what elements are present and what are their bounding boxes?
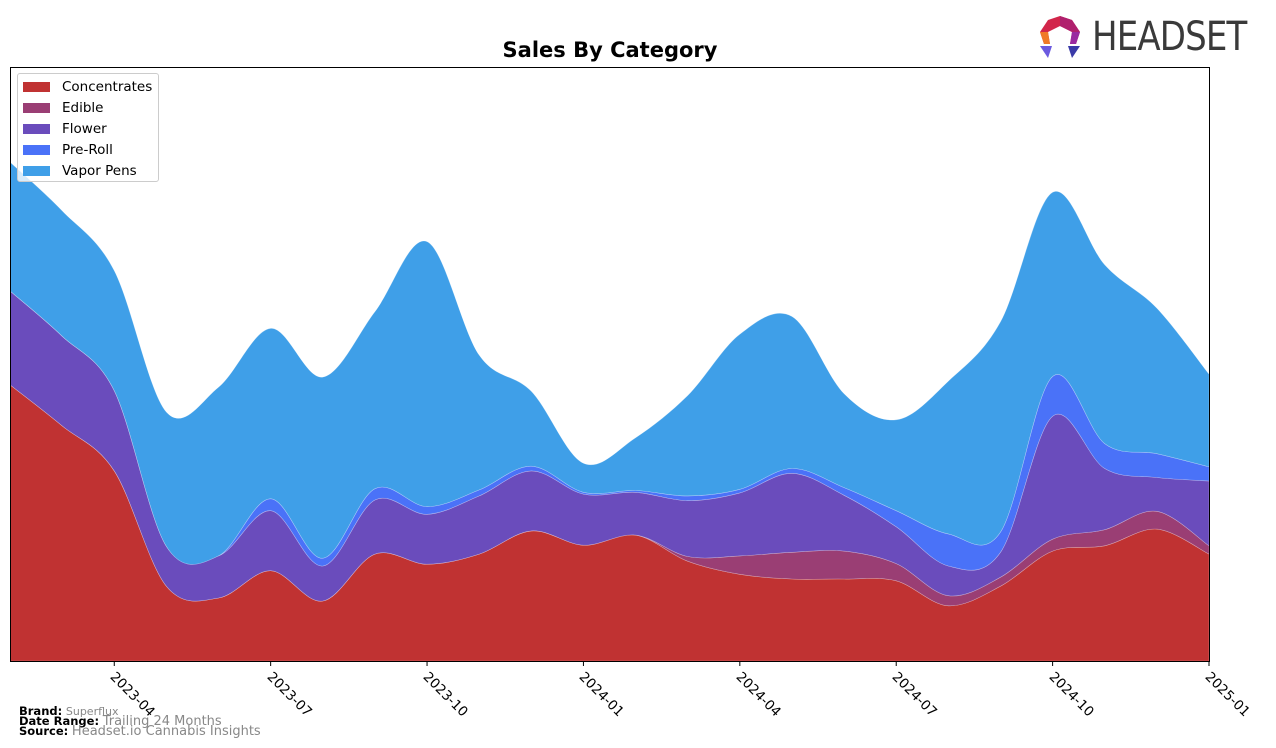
- legend-item-flower: Flower: [23, 119, 107, 139]
- source-value: Headset.io Cannabis Insights: [71, 724, 261, 739]
- legend-label: Vapor Pens: [62, 163, 137, 179]
- legend-item-edible: Edible: [23, 98, 103, 118]
- legend-item-vapor-pens: Vapor Pens: [23, 161, 137, 181]
- legend-item-pre-roll: Pre-Roll: [23, 140, 113, 160]
- legend-swatch: [23, 82, 50, 92]
- legend: Concentrates Edible Flower Pre-Roll Vapo…: [17, 73, 159, 182]
- chart-area: [9, 67, 1210, 666]
- legend-label: Pre-Roll: [62, 142, 113, 158]
- legend-label: Concentrates: [62, 79, 153, 95]
- legend-swatch: [23, 166, 50, 176]
- source-label: Source:: [19, 724, 69, 738]
- legend-label: Flower: [62, 121, 107, 137]
- legend-label: Edible: [62, 100, 104, 116]
- legend-swatch: [23, 124, 50, 134]
- footer-source: Source: Headset.io Cannabis Insights: [19, 724, 261, 739]
- stacked-areas: [9, 161, 1210, 662]
- legend-item-concentrates: Concentrates: [23, 77, 152, 97]
- legend-swatch: [23, 145, 50, 155]
- legend-swatch: [23, 103, 50, 113]
